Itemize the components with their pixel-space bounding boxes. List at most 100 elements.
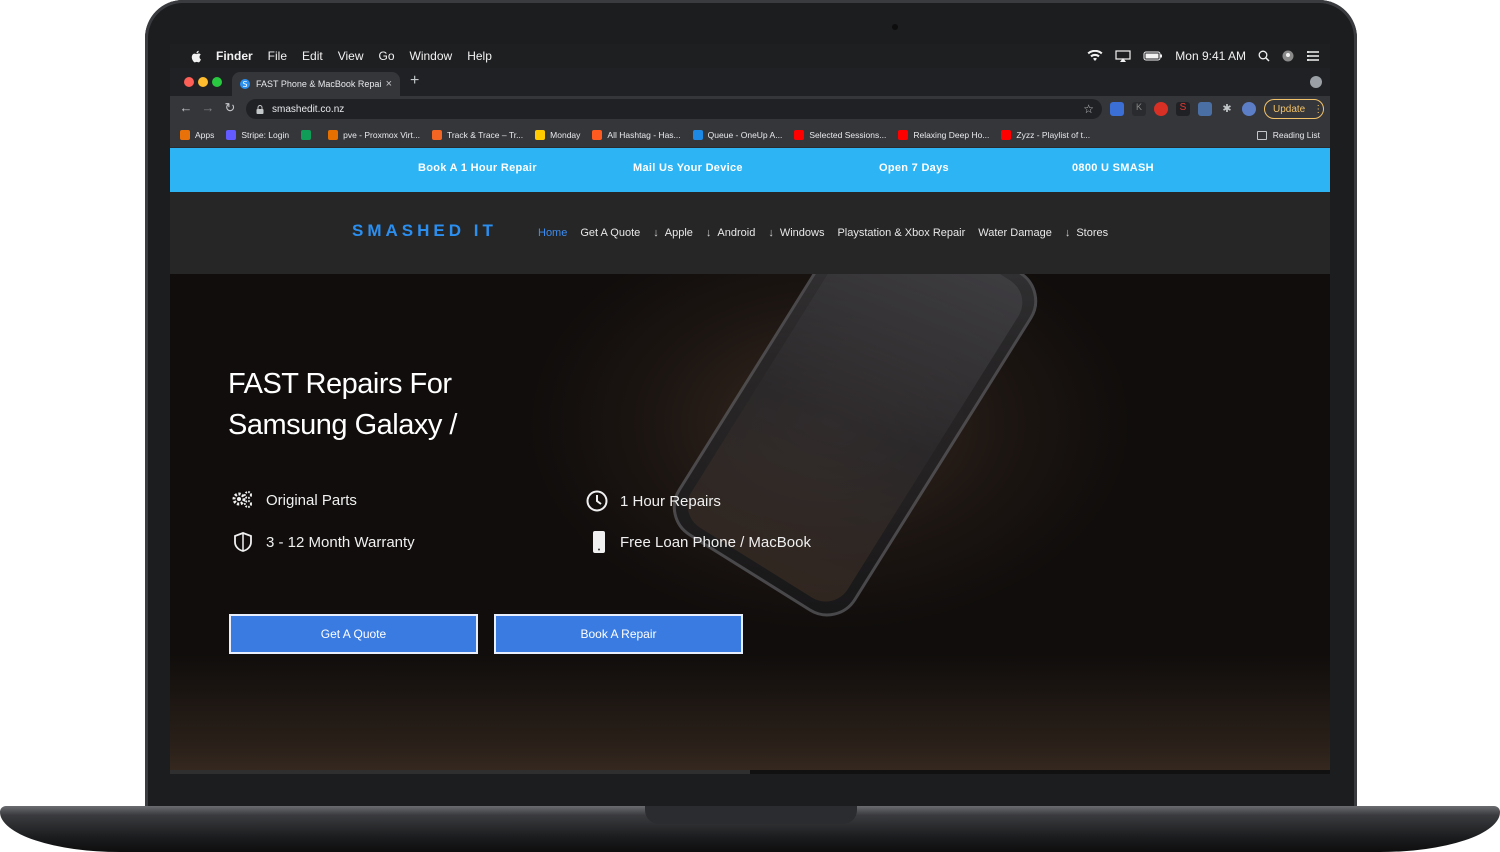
topbar-phone-link[interactable]: 0800 U SMASH — [1072, 162, 1154, 174]
reading-list-button[interactable]: Reading List — [1256, 130, 1320, 140]
extension-lastpass-icon[interactable] — [1154, 102, 1168, 116]
tab-close-icon[interactable]: × — [386, 78, 392, 90]
bookmark-label: pve - Proxmox Virt... — [343, 129, 420, 140]
bookmark-label: Relaxing Deep Ho... — [913, 129, 990, 140]
hero-slider-progress-fill — [170, 770, 750, 774]
profile-avatar[interactable] — [1242, 102, 1256, 116]
airplay-icon[interactable] — [1115, 50, 1131, 62]
update-button[interactable]: Update ⋮ — [1264, 99, 1324, 119]
extensions-puzzle-icon[interactable]: ✱ — [1220, 102, 1234, 116]
menu-window[interactable]: Window — [410, 49, 453, 63]
youtube-icon — [794, 129, 805, 140]
bookmark-sheets[interactable] — [301, 129, 316, 140]
topbar-book-repair-link[interactable]: Book A 1 Hour Repair — [418, 162, 537, 174]
promo-topbar: Book A 1 Hour Repair Mail Us Your Device… — [170, 148, 1330, 192]
hero-title-line-2: Samsung Galaxy / — [228, 409, 457, 441]
nav-playstation-xbox[interactable]: Playstation & Xbox Repair — [837, 227, 965, 239]
youtube-icon — [898, 129, 909, 140]
bookmark-label: Stripe: Login — [241, 129, 290, 140]
lock-icon[interactable] — [256, 104, 264, 114]
menu-finder[interactable]: Finder — [216, 49, 253, 63]
nav-stores[interactable]: Stores — [1076, 227, 1108, 239]
new-tab-button[interactable]: + — [410, 72, 419, 90]
address-bar[interactable]: smashedit.co.nz ☆ — [246, 99, 1102, 119]
nav-apple[interactable]: Apple — [665, 227, 693, 239]
apps-grid-icon — [180, 129, 190, 140]
extension-counter-icon[interactable] — [1110, 102, 1124, 116]
youtube-icon — [1001, 129, 1012, 140]
feature-warranty-label: 3 - 12 Month Warranty — [266, 533, 415, 551]
tab-search-icon[interactable] — [1310, 76, 1322, 88]
nav-android[interactable]: Android — [717, 227, 755, 239]
website: Book A 1 Hour Repair Mail Us Your Device… — [170, 148, 1330, 774]
bookmarks-bar: Apps Stripe: Login pve - Proxmox Virt...… — [170, 122, 1330, 148]
book-a-repair-button[interactable]: Book A Repair — [494, 614, 743, 654]
menu-go[interactable]: Go — [379, 49, 395, 63]
bookmark-zyzz[interactable]: Zyzz - Playlist of t... — [1001, 129, 1091, 140]
bookmark-monday[interactable]: Monday — [535, 129, 580, 140]
arrow-down-icon: ↓ — [653, 227, 659, 239]
user-account-icon[interactable] — [1282, 50, 1294, 62]
nav-get-a-quote[interactable]: Get A Quote — [580, 227, 640, 239]
bookmark-selected-sessions[interactable]: Selected Sessions... — [794, 129, 887, 140]
menu-file[interactable]: File — [268, 49, 287, 63]
bookmark-relaxing[interactable]: Relaxing Deep Ho... — [898, 129, 990, 140]
window-minimize-button[interactable] — [198, 77, 208, 87]
nav-home[interactable]: Home — [538, 227, 567, 239]
menubar-clock[interactable]: Mon 9:41 AM — [1175, 49, 1246, 63]
bookmark-label: Selected Sessions... — [809, 129, 887, 140]
nav-water-damage[interactable]: Water Damage — [978, 227, 1052, 239]
bookmark-proxmox[interactable]: pve - Proxmox Virt... — [328, 129, 420, 140]
apple-logo-icon[interactable] — [190, 50, 202, 63]
hero-title: FAST Repairs For Samsung Galaxy / — [228, 364, 457, 446]
battery-icon[interactable] — [1143, 50, 1163, 62]
spotlight-search-icon[interactable] — [1258, 50, 1270, 62]
menu-help[interactable]: Help — [467, 49, 492, 63]
nav-windows[interactable]: Windows — [780, 227, 825, 239]
laptop-screen: Finder File Edit View Go Window Help Mon… — [170, 44, 1330, 774]
monday-icon — [535, 129, 546, 140]
extension-badge-icon[interactable] — [1198, 102, 1212, 116]
bookmark-star-icon[interactable]: ☆ — [1083, 102, 1094, 116]
bookmark-label: Queue - OneUp A... — [707, 129, 783, 140]
menu-view[interactable]: View — [338, 49, 364, 63]
window-zoom-button[interactable] — [212, 77, 222, 87]
browser-tab-active[interactable]: S FAST Phone & MacBook Repai × — [232, 72, 400, 96]
feature-original-parts: Original Parts — [232, 490, 357, 510]
get-a-quote-button[interactable]: Get A Quote — [229, 614, 478, 654]
macos-menubar: Finder File Edit View Go Window Help Mon… — [170, 44, 1330, 68]
wifi-icon[interactable] — [1087, 50, 1103, 62]
site-logo[interactable]: SMASHED IT — [352, 221, 497, 241]
menu-edit[interactable]: Edit — [302, 49, 323, 63]
feature-warranty: 3 - 12 Month Warranty — [232, 532, 415, 552]
menubar-status-area: Mon 9:41 AM — [1087, 44, 1320, 68]
feature-loan-phone: Free Loan Phone / MacBook — [590, 530, 811, 554]
bookmark-apps[interactable]: Apps — [180, 129, 214, 140]
bookmark-label: Zyzz - Playlist of t... — [1016, 129, 1091, 140]
smashedit-favicon-icon: S — [240, 79, 250, 89]
bookmark-track-trace[interactable]: Track & Trace – Tr... — [431, 129, 523, 140]
arrow-down-icon: ↓ — [768, 227, 774, 239]
mobile-phone-icon — [593, 531, 605, 553]
topbar-mail-device-link[interactable]: Mail Us Your Device — [633, 162, 743, 174]
topbar-open-days: Open 7 Days — [879, 162, 949, 174]
reload-icon[interactable]: ↻ — [222, 100, 238, 116]
arrow-down-icon: ↓ — [705, 227, 712, 239]
hashtag-icon — [592, 129, 603, 140]
hero-title-line-1: FAST Repairs For — [228, 368, 452, 400]
bookmark-oneup[interactable]: Queue - OneUp A... — [692, 129, 783, 140]
extension-k-icon[interactable]: K — [1132, 102, 1146, 116]
browser-tab-bar: S FAST Phone & MacBook Repai × + — [170, 68, 1330, 96]
extension-s-icon[interactable]: S — [1176, 102, 1190, 116]
feature-loan-phone-label: Free Loan Phone / MacBook — [620, 533, 811, 551]
chrome-menu-icon[interactable]: ⋮ — [1313, 104, 1323, 115]
control-center-icon[interactable] — [1306, 50, 1320, 62]
window-close-button[interactable] — [184, 77, 194, 87]
forward-arrow-icon[interactable]: → — [200, 100, 216, 115]
hero-slider-progress — [170, 770, 1330, 774]
back-arrow-icon[interactable]: ← — [178, 100, 194, 115]
url-text[interactable]: smashedit.co.nz — [272, 104, 344, 115]
tab-title: FAST Phone & MacBook Repai — [256, 79, 382, 89]
bookmark-hashtag[interactable]: All Hashtag - Has... — [592, 129, 681, 140]
bookmark-stripe[interactable]: Stripe: Login — [226, 129, 290, 140]
